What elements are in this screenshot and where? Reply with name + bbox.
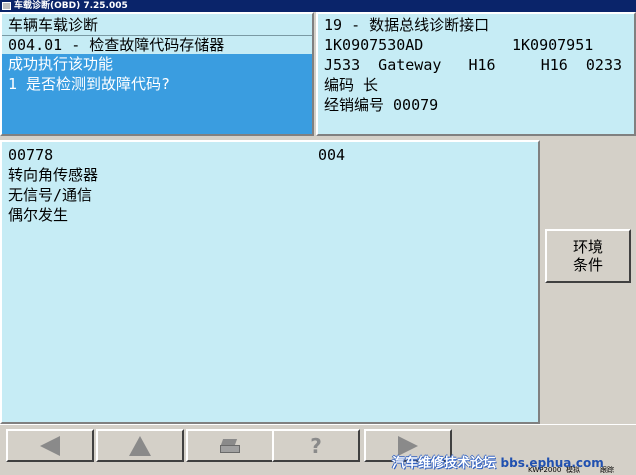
window-title: 车载诊断(OBD) 7.25.005	[14, 1, 128, 11]
env-button-line-1: 环境	[572, 238, 603, 256]
component-info: J533 Gateway H16 H16 0233	[324, 56, 623, 74]
coding-info: 编码 长	[324, 76, 379, 94]
window-title-bar: 车载诊断(OBD) 7.25.005	[0, 0, 636, 12]
fault-count: 004	[318, 146, 346, 164]
controller-title: 19 - 数据总线诊断接口	[324, 16, 490, 34]
help-icon: ?	[310, 433, 322, 458]
watermark-text: 汽车维修技术论坛	[392, 456, 497, 471]
status-message-box[interactable]: 成功执行该功能 1 是否检测到故障代码?	[2, 54, 312, 134]
back-button[interactable]	[6, 429, 94, 462]
forum-watermark: 汽车维修技术论坛 bbs.ephua.com	[392, 452, 604, 471]
help-button[interactable]: ?	[272, 429, 360, 462]
part-number-right: 1K0907951	[512, 36, 594, 54]
part-number-left: 1K0907530AD	[324, 36, 424, 54]
fault-frequency: 偶尔发生	[8, 206, 69, 224]
up-button[interactable]	[96, 429, 184, 462]
status-line-1: 成功执行该功能	[8, 55, 114, 73]
function-panel: 车辆车载诊断 004.01 - 检查故障代码存储器 成功执行该功能 1 是否检测…	[0, 12, 314, 136]
environment-conditions-button[interactable]: 环境 条件	[545, 229, 631, 283]
watermark-url: bbs.ephua.com	[500, 456, 604, 470]
panel-heading: 车辆车载诊断	[8, 16, 99, 34]
fault-code-list[interactable]: 00778 004 转向角传感器 无信号/通信 偶尔发生	[0, 140, 540, 424]
function-name: 004.01 - 检查故障代码存储器	[8, 36, 225, 54]
fault-description: 转向角传感器	[8, 166, 99, 184]
fault-type: 无信号/通信	[8, 186, 93, 204]
env-button-line-2: 条件	[572, 256, 603, 274]
status-line-2: 1 是否检测到故障代码?	[8, 75, 171, 93]
fault-code: 00778	[8, 146, 54, 164]
dealer-number: 经销编号 00079	[324, 96, 439, 114]
app-icon	[2, 2, 11, 10]
printer-icon	[220, 438, 240, 453]
print-button[interactable]	[186, 429, 274, 462]
arrow-up-icon	[129, 435, 151, 456]
arrow-left-icon	[40, 435, 60, 456]
controller-info-panel: 19 - 数据总线诊断接口 1K0907530AD 1K0907951 J533…	[316, 12, 636, 136]
